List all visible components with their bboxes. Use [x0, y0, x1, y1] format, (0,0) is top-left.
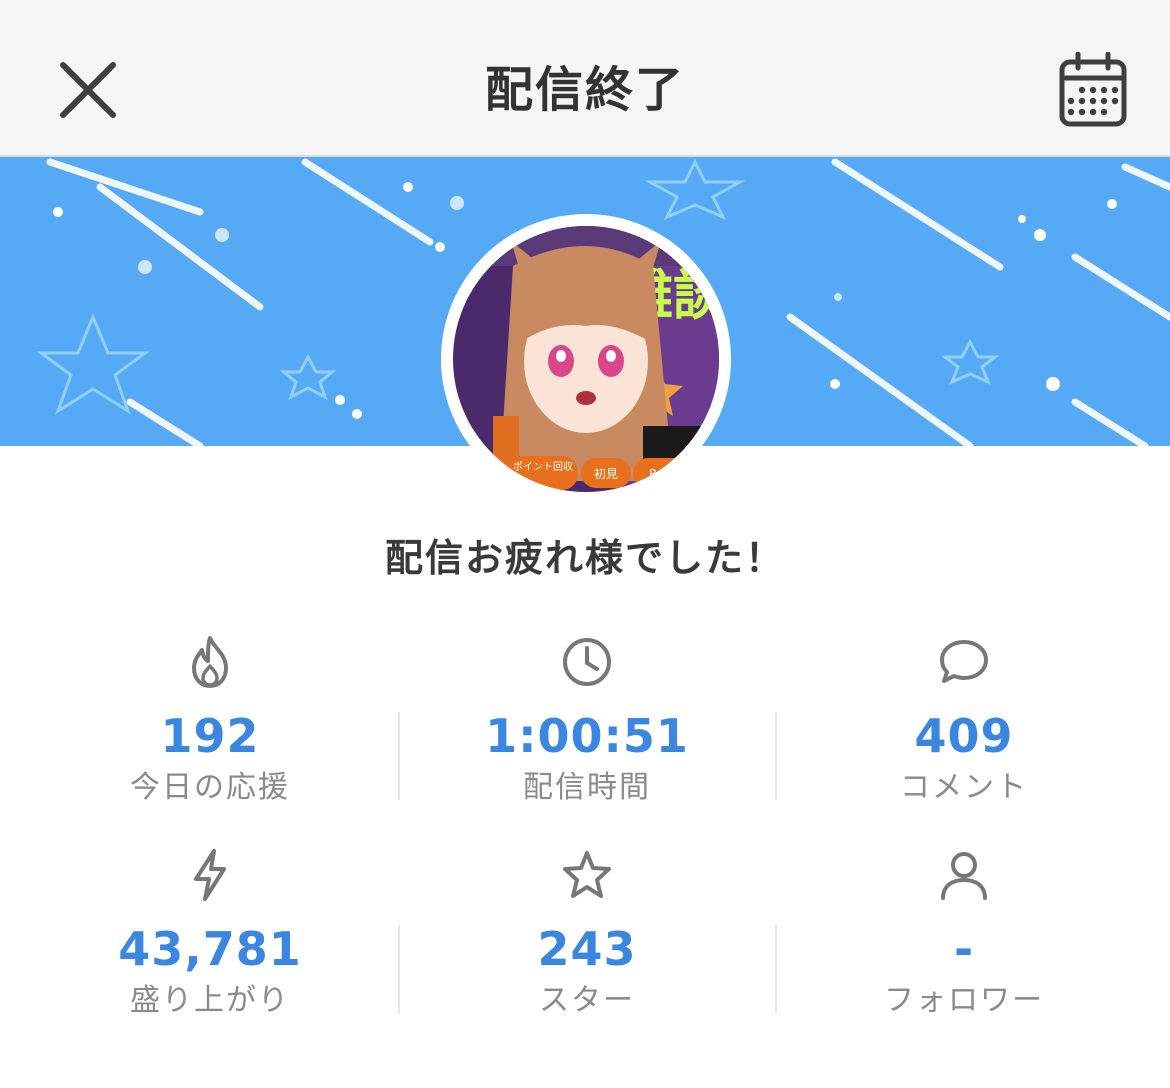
stat-label: スター: [539, 983, 635, 1018]
stats-row-2: 43,781 盛り上がり 243 スター - フォロワー: [22, 833, 1152, 1046]
vtuber-thumbnail-image: 雑談 ポイント回収 初見 ROM: [453, 226, 719, 492]
stats-row-1: 192 今日の応援 1:00:51 配信時間 409 コメント: [22, 620, 1152, 833]
stat-label: コメント: [900, 770, 1028, 805]
stat-label: 今日の応援: [130, 770, 290, 805]
stat-value: 192: [160, 709, 260, 763]
stat-value: 43,781: [118, 922, 302, 976]
stats-grid: 192 今日の応援 1:00:51 配信時間 409 コメント 43,781 盛…: [22, 620, 1152, 1046]
stat-value: -: [953, 922, 975, 976]
thumbnail-tag-first: 初見: [594, 467, 618, 481]
stream-end-message: 配信お疲れ様でした！: [384, 536, 785, 580]
person-icon: [941, 852, 987, 900]
stat-comments: 409 コメント: [776, 620, 1152, 833]
thumbnail-tag-points: ポイント回収: [513, 461, 573, 473]
avatar-frame: 雑談 ポイント回収 初見 ROM: [441, 214, 731, 504]
stat-excitement: 43,781 盛り上がり: [22, 833, 398, 1046]
thumbnail-tag-rom: ROM: [649, 467, 677, 481]
comment-icon: [940, 640, 988, 683]
stat-label: 盛り上がり: [130, 983, 290, 1018]
stat-label: フォロワー: [884, 983, 1044, 1018]
lightning-icon: [194, 849, 226, 901]
top-bar: 配信終了: [0, 0, 1170, 157]
stat-followers: - フォロワー: [776, 833, 1152, 1046]
stat-today-support: 192 今日の応援: [22, 620, 398, 833]
flame-icon: [192, 636, 228, 688]
stat-value: 243: [537, 922, 637, 976]
stat-value: 1:00:51: [485, 709, 689, 763]
calendar-icon: [1059, 51, 1127, 127]
stat-value: 409: [914, 709, 1014, 763]
stat-stars: 243 スター: [399, 833, 775, 1046]
stream-thumbnail-avatar[interactable]: 雑談 ポイント回収 初見 ROM: [453, 226, 719, 492]
stat-stream-time: 1:00:51 配信時間: [399, 620, 775, 833]
calendar-button[interactable]: [1058, 51, 1128, 128]
star-icon: [563, 851, 611, 898]
page-title: 配信終了: [484, 62, 685, 118]
clock-icon: [563, 638, 611, 686]
stat-label: 配信時間: [523, 770, 651, 805]
